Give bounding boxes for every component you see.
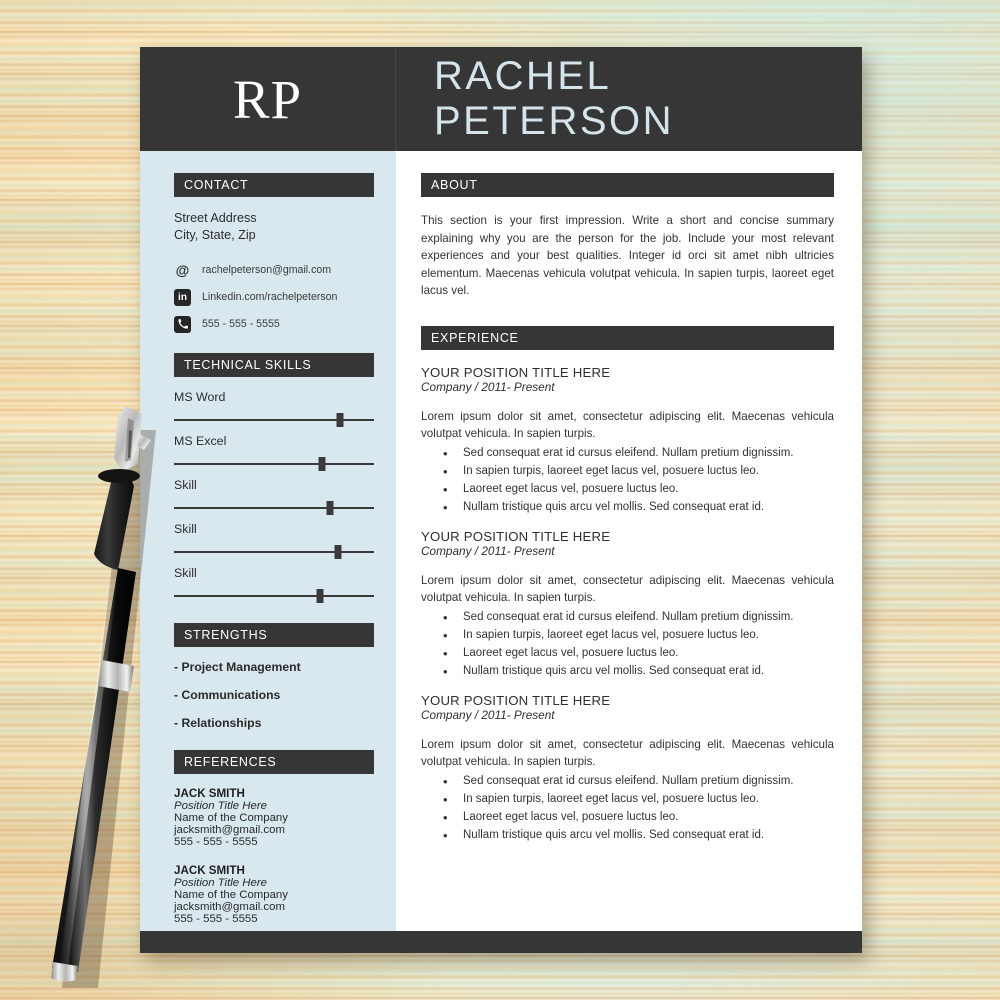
skill-slider[interactable] (174, 456, 374, 471)
skill-slider[interactable] (174, 544, 374, 559)
section-heading-contact: CONTACT (174, 173, 374, 197)
slider-knob[interactable] (334, 544, 342, 559)
slider-knob[interactable] (326, 500, 334, 515)
reference-name: JACK SMITH (174, 786, 245, 800)
experience-subtitle: Company / 2011- Present (421, 380, 555, 395)
skill-label: MS Word (174, 389, 226, 404)
skill-slider[interactable] (174, 412, 374, 427)
strengths-list: - Project Management - Communications - … (174, 660, 374, 730)
strength-item: - Communications (174, 687, 281, 702)
bullet-item: Laoreet eget lacus vel, posuere luctus l… (421, 808, 834, 827)
skill-item: MS Word (174, 390, 374, 427)
strength-item: - Project Management (174, 659, 301, 674)
experience-subtitle: Company / 2011- Present (421, 543, 555, 558)
slider-track (174, 594, 374, 598)
address-block: Street Address City, State, Zip (174, 210, 374, 245)
bullet-item: Sed consequat erat id cursus eleifend. N… (421, 444, 834, 463)
experience-bullets: Sed consequat erat id cursus eleifend. N… (421, 444, 834, 517)
experience-subtitle: Company / 2011- Present (421, 707, 555, 722)
reference-item: JACK SMITH Position Title Here Name of t… (174, 787, 374, 848)
linkedin-value: Linkedin.com/rachelpeterson (202, 291, 338, 304)
phone-value: 555 - 555 - 5555 (202, 318, 280, 331)
section-heading-strengths: STRENGTHS (174, 622, 374, 647)
slider-knob[interactable] (316, 588, 324, 603)
bullet-item: In sapien turpis, laoreet eget lacus vel… (421, 626, 834, 645)
bullet-item: Nullam tristique quis arcu vel mollis. S… (421, 662, 834, 681)
resume-header: RP RACHEL PETERSON (140, 47, 862, 151)
contact-row-linkedin[interactable]: in Linkedin.com/rachelpeterson (174, 288, 374, 306)
skills-list: MS Word MS Excel Skill Skill Skill (174, 390, 374, 603)
reference-email: jacksmith@gmail.com (174, 900, 285, 913)
email-value: rachelpeterson@gmail.com (202, 264, 332, 277)
skill-label: Skill (174, 477, 197, 492)
contact-row-email[interactable]: @ rachelpeterson@gmail.com (174, 262, 374, 279)
slider-knob[interactable] (318, 456, 326, 471)
reference-item: JACK SMITH Position Title Here Name of t… (174, 864, 374, 925)
at-icon: @ (175, 262, 190, 279)
reference-phone: 555 - 555 - 5555 (174, 835, 258, 848)
experience-item: YOUR POSITION TITLE HERE Company / 2011-… (421, 692, 834, 845)
section-heading-about: ABOUT (421, 173, 834, 197)
contact-row-phone[interactable]: 555 - 555 - 5555 (174, 315, 374, 333)
strength-item: - Relationships (174, 715, 262, 730)
footer-bar (140, 931, 862, 953)
experience-title: YOUR POSITION TITLE HERE (421, 692, 611, 708)
experience-bullets: Sed consequat erat id cursus eleifend. N… (421, 608, 834, 681)
skill-item: Skill (174, 478, 374, 515)
bullet-item: Nullam tristique quis arcu vel mollis. S… (421, 826, 834, 845)
slider-track (174, 550, 374, 554)
bullet-item: In sapien turpis, laoreet eget lacus vel… (421, 462, 834, 481)
page-title: RACHEL PETERSON (434, 54, 675, 143)
skill-label: Skill (174, 521, 197, 536)
skill-slider[interactable] (174, 500, 374, 515)
slider-track (174, 418, 374, 422)
skill-slider[interactable] (174, 588, 374, 603)
reference-email: jacksmith@gmail.com (174, 823, 285, 836)
main-content: ABOUT This section is your first impress… (396, 151, 862, 931)
section-heading-experience: EXPERIENCE (421, 326, 834, 351)
skill-item: Skill (174, 566, 374, 603)
reference-name: JACK SMITH (174, 863, 245, 877)
resume-body: CONTACT Street Address City, State, Zip … (140, 151, 862, 931)
desk-background: RP RACHEL PETERSON CONTACT Street Addres… (0, 0, 1000, 1000)
reference-phone: 555 - 555 - 5555 (174, 912, 258, 925)
reference-title: Position Title Here (174, 799, 267, 812)
reference-company: Name of the Company (174, 888, 288, 901)
experience-title: YOUR POSITION TITLE HERE (421, 528, 611, 544)
phone-icon (174, 315, 191, 333)
bullet-item: Laoreet eget lacus vel, posuere luctus l… (421, 480, 834, 499)
about-paragraph: This section is your first impression. W… (421, 214, 834, 298)
experience-paragraph: Lorem ipsum dolor sit amet, consectetur … (421, 410, 834, 441)
experience-paragraph: Lorem ipsum dolor sit amet, consectetur … (421, 737, 834, 769)
reference-title: Position Title Here (174, 876, 267, 889)
sidebar: CONTACT Street Address City, State, Zip … (140, 151, 396, 931)
skill-item: MS Excel (174, 434, 374, 471)
bullet-item: In sapien turpis, laoreet eget lacus vel… (421, 790, 834, 809)
address-line-2: City, State, Zip (174, 228, 256, 243)
monogram: RP (140, 47, 396, 151)
bullet-item: Laoreet eget lacus vel, posuere luctus l… (421, 644, 834, 663)
skill-item: Skill (174, 522, 374, 559)
section-heading-technical-skills: TECHNICAL SKILLS (174, 352, 374, 377)
experience-item: YOUR POSITION TITLE HERE Company / 2011-… (421, 528, 834, 681)
bullet-item: Nullam tristique quis arcu vel mollis. S… (421, 498, 834, 517)
slider-knob[interactable] (336, 412, 344, 427)
linkedin-icon: in (174, 288, 191, 306)
experience-bullets: Sed consequat erat id cursus eleifend. N… (421, 772, 834, 845)
slider-track (174, 462, 374, 466)
address-line-1: Street Address (174, 211, 257, 225)
slider-track (174, 506, 374, 510)
resume-page: RP RACHEL PETERSON CONTACT Street Addres… (140, 47, 862, 953)
reference-company: Name of the Company (174, 811, 288, 824)
bullet-item: Sed consequat erat id cursus eleifend. N… (421, 772, 834, 791)
experience-title: YOUR POSITION TITLE HERE (421, 365, 611, 381)
section-heading-references: REFERENCES (174, 749, 374, 774)
skill-label: Skill (174, 565, 197, 580)
experience-paragraph: Lorem ipsum dolor sit amet, consectetur … (421, 573, 834, 605)
skill-label: MS Excel (174, 433, 227, 448)
experience-item: YOUR POSITION TITLE HERE Company / 2011-… (421, 365, 834, 517)
bullet-item: Sed consequat erat id cursus eleifend. N… (421, 608, 834, 627)
